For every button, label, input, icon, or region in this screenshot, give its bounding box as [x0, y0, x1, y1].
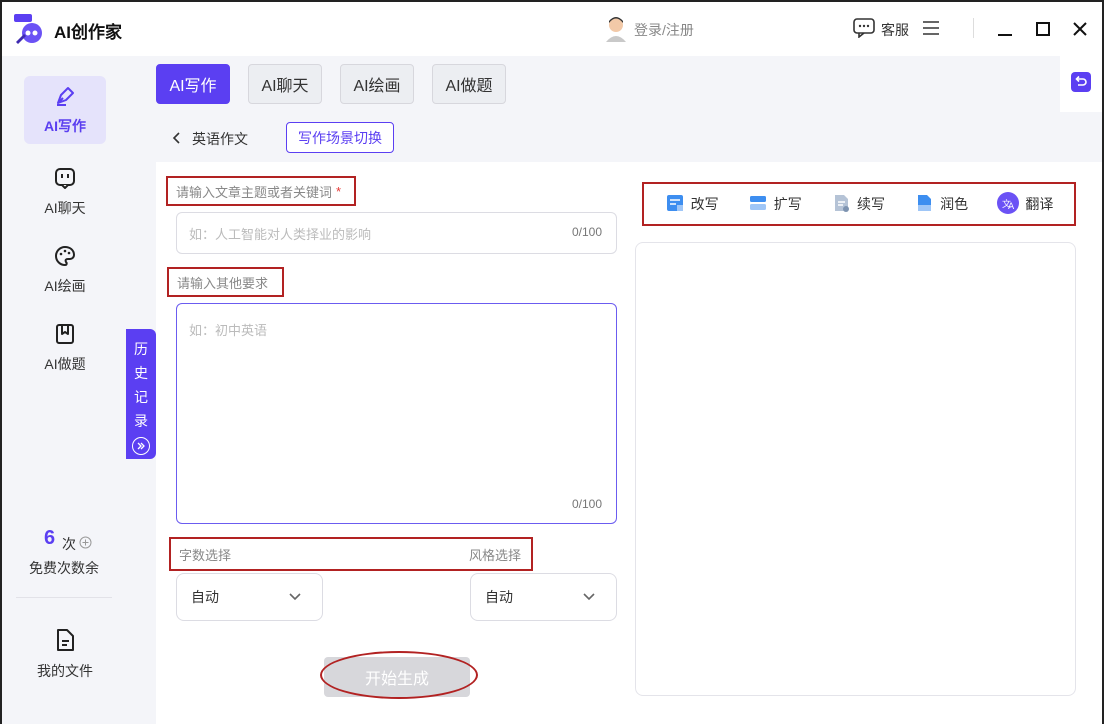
- sidebar-item-label: AI绘画: [44, 277, 86, 294]
- style-select[interactable]: 自动: [470, 573, 617, 621]
- maximize-button[interactable]: [1030, 16, 1056, 42]
- word-count-label: 字数选择: [179, 547, 232, 563]
- polish-button[interactable]: 润色: [914, 193, 968, 216]
- palette-icon: [54, 245, 76, 270]
- required-mark: *: [336, 183, 342, 199]
- divider: [973, 18, 974, 38]
- breadcrumb[interactable]: 英语作文: [172, 129, 248, 149]
- sidebar-item-ai-painting[interactable]: AI绘画: [24, 236, 106, 304]
- history-char: 史: [134, 365, 148, 381]
- translate-label: 翻译: [1025, 196, 1054, 212]
- translate-button[interactable]: 文A 翻译: [997, 191, 1054, 217]
- breadcrumb-current: 英语作文: [192, 131, 248, 147]
- history-char: 历: [134, 341, 148, 357]
- polish-icon: [914, 193, 934, 216]
- expand-label: 扩写: [773, 196, 802, 212]
- translate-icon: 文A: [997, 191, 1020, 217]
- history-char: 录: [134, 413, 148, 429]
- chevron-down-icon: [582, 589, 596, 605]
- other-label-text: 请输入其他要求: [177, 275, 269, 291]
- rewrite-button[interactable]: 改写: [665, 193, 719, 216]
- free-count-label: 免费次数余: [29, 560, 99, 576]
- style-value: 自动: [485, 589, 513, 605]
- bookmark-book-icon: [54, 323, 76, 348]
- free-count-unit: 次: [62, 534, 92, 554]
- plus-circle-icon[interactable]: [79, 536, 92, 552]
- minimize-button[interactable]: [992, 16, 1018, 42]
- free-count-unit-label: 次: [62, 536, 76, 552]
- sidebar-item-label: AI做题: [44, 355, 86, 372]
- sidebar-item-label: AI聊天: [44, 199, 86, 216]
- tab-ai-painting[interactable]: AI绘画: [340, 64, 414, 104]
- menu-icon[interactable]: [922, 19, 942, 39]
- topic-counter: 0/100: [571, 225, 602, 239]
- return-icon: [1071, 71, 1091, 97]
- sidebar-item-my-files[interactable]: 我的文件: [24, 620, 106, 688]
- continue-label: 续写: [856, 196, 885, 212]
- word-count-select[interactable]: 自动: [176, 573, 323, 621]
- selection-labels: 字数选择 风格选择: [169, 537, 533, 571]
- svg-text:A: A: [1008, 202, 1015, 212]
- sidebar-item-ai-writing[interactable]: AI写作: [24, 76, 106, 144]
- continue-icon: [831, 193, 851, 216]
- chevron-left-icon[interactable]: [172, 131, 182, 148]
- topic-label-text: 请输入文章主题或者关键词: [176, 184, 333, 200]
- app-logo-icon: [14, 14, 46, 44]
- expand-icon: [748, 193, 768, 216]
- customer-service-button[interactable]: 客服: [853, 18, 909, 41]
- sidebar-item-label: 我的文件: [37, 662, 93, 679]
- customer-service-label: 客服: [881, 21, 909, 38]
- return-button[interactable]: [1060, 56, 1102, 112]
- expand-button[interactable]: 扩写: [748, 193, 802, 216]
- double-chevron-right-icon: [132, 437, 150, 455]
- history-char: 记: [134, 389, 148, 405]
- output-area[interactable]: [635, 242, 1076, 696]
- chat-bubble-icon: [853, 18, 875, 41]
- other-placeholder: 如：初中英语: [189, 323, 268, 338]
- tab-ai-homework[interactable]: AI做题: [432, 64, 506, 104]
- tab-ai-chat[interactable]: AI聊天: [248, 64, 322, 104]
- chat-bot-icon: [54, 167, 76, 192]
- sidebar-item-ai-homework[interactable]: AI做题: [24, 314, 106, 382]
- generate-highlight-ring: [320, 651, 478, 699]
- close-button[interactable]: [1067, 16, 1093, 42]
- topic-label: 请输入文章主题或者关键词 *: [166, 176, 356, 206]
- chevron-down-icon: [288, 589, 302, 605]
- divider: [16, 597, 112, 598]
- other-requirements-label: 请输入其他要求: [167, 267, 284, 297]
- continue-button[interactable]: 续写: [831, 193, 885, 216]
- other-requirements-input[interactable]: 如：初中英语 0/100: [176, 303, 617, 524]
- free-count-value: 6: [44, 527, 56, 549]
- sidebar-item-label: AI写作: [44, 117, 86, 134]
- other-counter: 0/100: [571, 497, 602, 511]
- pen-icon: [54, 85, 76, 110]
- sidebar-item-ai-chat[interactable]: AI聊天: [24, 158, 106, 226]
- word-count-value: 自动: [191, 589, 219, 605]
- tab-ai-writing[interactable]: AI写作: [156, 64, 230, 104]
- file-icon: [54, 628, 76, 655]
- rewrite-label: 改写: [690, 196, 719, 212]
- history-tab[interactable]: 历 史 记 录: [126, 329, 156, 459]
- login-register-link[interactable]: 登录/注册: [634, 20, 694, 40]
- topic-input[interactable]: 如：人工智能对人类择业的影响 0/100: [176, 212, 617, 254]
- switch-scene-button[interactable]: 写作场景切换: [286, 122, 394, 153]
- polish-label: 润色: [940, 196, 969, 212]
- edit-toolbar: 改写 扩写 续写 润色 文A 翻译: [642, 182, 1076, 226]
- topic-placeholder: 如：人工智能对人类择业的影响: [189, 226, 372, 242]
- rewrite-icon: [665, 193, 685, 216]
- user-avatar-icon[interactable]: [605, 16, 627, 42]
- style-label: 风格选择: [468, 547, 521, 563]
- app-title: AI创作家: [54, 23, 122, 42]
